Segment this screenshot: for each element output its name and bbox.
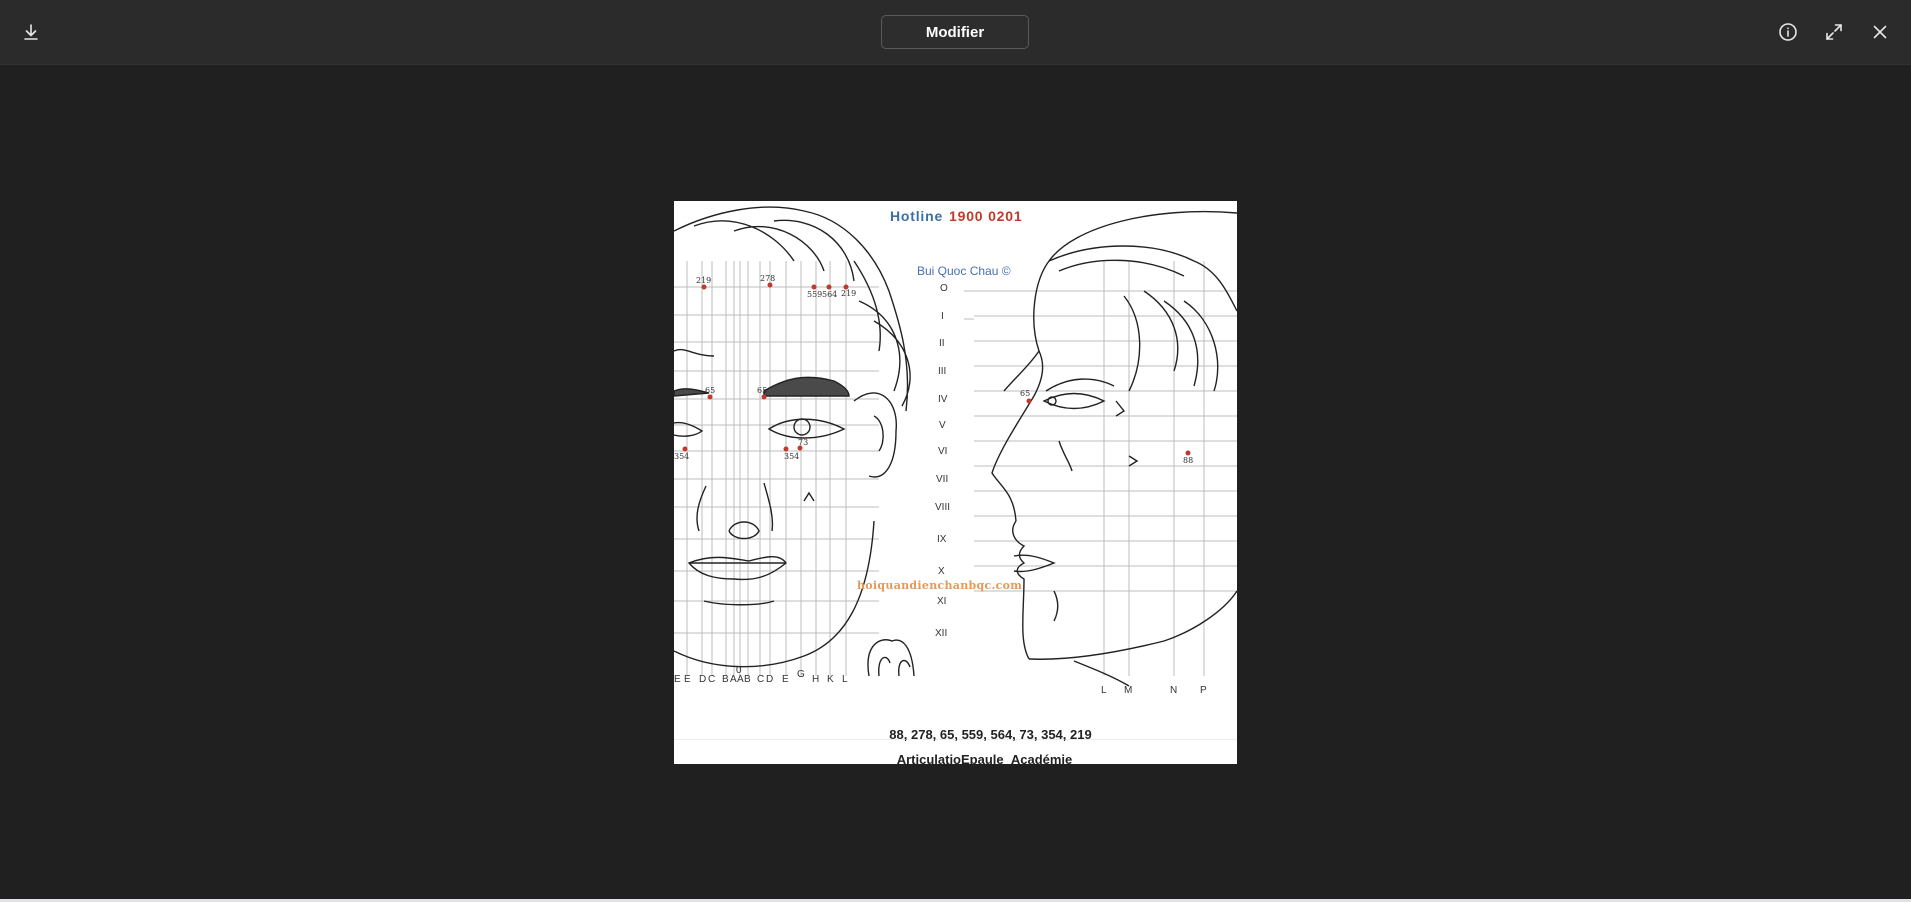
author-credit: Bui Quoc Chau © [917,264,1011,278]
column-label: C [708,674,715,685]
column-label: D [699,674,706,685]
column-label: C [757,674,764,685]
column-label: H [812,674,819,685]
point-label: 88 [1183,456,1193,465]
svg-text:E: E [674,674,681,685]
row-label: VIII [935,502,950,513]
row-label: X [938,566,945,577]
point-label: 65 [705,386,715,395]
download-button[interactable] [15,16,47,48]
viewer-toolbar: Modifier [0,0,1911,65]
download-icon [24,24,38,40]
point-label: 278 [760,274,775,283]
row-label: VII [936,474,948,485]
row-label: XI [937,596,946,607]
row-label: I [941,311,944,322]
column-zero-label: 0 [736,665,742,676]
point-label: 73 [798,438,808,447]
close-icon [1873,25,1887,39]
hotline-number: 1900 0201 [949,208,1023,224]
column-label: D [766,674,773,685]
acupuncture-face-diagram-image[interactable]: 219 278 559 564 219 65 65 354 354 73 65 … [674,201,1237,764]
row-label: XII [935,628,947,639]
column-label: E [684,674,691,685]
row-label: V [939,420,946,431]
point-label: 65 [757,386,767,395]
column-label: E [782,674,789,685]
point-label: 219 [696,276,711,285]
face-chart-drawing: 219 278 559 564 219 65 65 354 354 73 65 … [674,206,1237,696]
point-label: 559 [807,290,822,299]
website-watermark: hoiquandienchanbqc.com [857,579,1023,592]
row-label: O [940,283,948,294]
info-icon [1779,23,1797,41]
image-caption: ArticulatioEpaule_Académie [896,752,1073,764]
hotline-text: Hotline 1900 0201 [890,208,1022,224]
point-label: 219 [841,289,856,298]
column-label: P [1200,685,1207,696]
column-label: B [722,674,729,685]
info-button[interactable] [1772,16,1804,48]
column-label: L [1101,685,1107,696]
column-label: N [1170,685,1177,696]
column-label: M [1124,685,1132,696]
column-label: L [842,674,848,685]
row-label: VI [938,446,947,457]
point-label: 354 [784,452,799,461]
fullscreen-button[interactable] [1818,16,1850,48]
expand-icon [1826,24,1842,40]
edit-button[interactable]: Modifier [881,15,1029,49]
point-label: 65 [1020,389,1030,398]
column-label: G [797,669,805,680]
row-label: II [939,338,945,349]
row-label: IV [938,394,948,405]
column-label: B [744,674,751,685]
column-label: K [827,674,834,685]
close-button[interactable] [1864,16,1896,48]
point-label: 354 [674,452,689,461]
hotline-label: Hotline [890,208,944,224]
row-label: III [938,366,946,377]
point-label: 564 [822,290,837,299]
row-label: IX [937,534,947,545]
acupoint-list: 88, 278, 65, 559, 564, 73, 354, 219 [889,727,1092,742]
